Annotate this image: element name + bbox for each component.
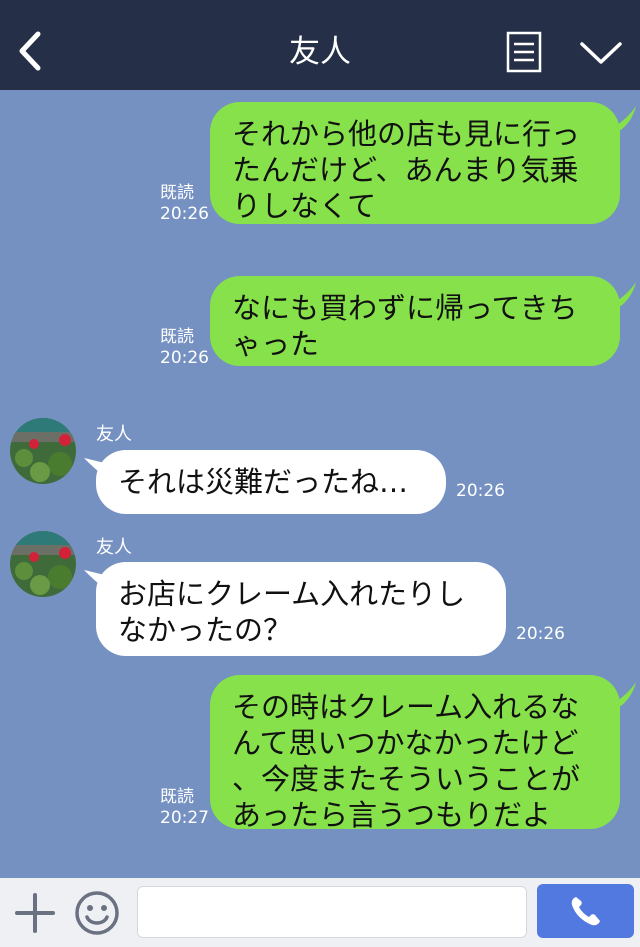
read-receipt: 既読 20:27	[160, 787, 209, 829]
read-label: 既読	[160, 183, 194, 203]
sender-name: 友人	[96, 424, 132, 445]
plus-icon[interactable]	[14, 892, 56, 934]
message-time: 20:26	[456, 481, 505, 501]
message-bubble[interactable]: それは災難だったね…	[96, 450, 446, 514]
chat-title: 友人	[289, 34, 351, 70]
smiley-icon[interactable]	[74, 890, 120, 936]
avatar[interactable]	[10, 418, 76, 484]
read-label: 既読	[160, 327, 194, 347]
message-text: それは災難だったね…	[118, 465, 409, 499]
message-text: それから他の店も見に行っ たんだけど、あんまり気乗 りしなくて	[232, 117, 581, 223]
read-label: 既読	[160, 787, 194, 807]
input-bar	[0, 878, 640, 947]
avatar[interactable]	[10, 531, 76, 597]
read-receipt: 既読 20:26	[160, 183, 209, 225]
message-bubble[interactable]: それから他の店も見に行っ たんだけど、あんまり気乗 りしなくて	[210, 102, 620, 224]
message-bubble[interactable]: なにも買わずに帰ってきち ゃった	[210, 276, 620, 366]
message-text: なにも買わずに帰ってきち ゃった	[232, 291, 578, 361]
message-input[interactable]	[137, 886, 527, 938]
message-list[interactable]: 既読 20:26 それから他の店も見に行っ たんだけど、あんまり気乗 りしなくて…	[0, 90, 640, 878]
message-text: その時はクレーム入れるな んて思いつかなかったけど 、今度またそういうことが あ…	[232, 690, 581, 832]
message-time: 20:27	[160, 808, 209, 828]
chat-header: 友人	[0, 0, 640, 90]
sender-name: 友人	[96, 537, 132, 558]
message-time: 20:26	[516, 624, 565, 644]
chevron-down-icon[interactable]	[578, 38, 624, 68]
message-time: 20:26	[160, 348, 209, 368]
message-bubble[interactable]: お店にクレーム入れたりし なかったの？	[96, 562, 506, 656]
message-bubble[interactable]: その時はクレーム入れるな んて思いつかなかったけど 、今度またそういうことが あ…	[210, 675, 620, 832]
phone-icon	[571, 897, 600, 926]
call-button[interactable]	[537, 884, 634, 938]
message-time: 20:26	[160, 204, 209, 224]
read-receipt: 既読 20:26	[160, 327, 209, 369]
message-text: お店にクレーム入れたりし なかったの？	[118, 577, 466, 647]
document-list-icon[interactable]	[506, 31, 542, 73]
